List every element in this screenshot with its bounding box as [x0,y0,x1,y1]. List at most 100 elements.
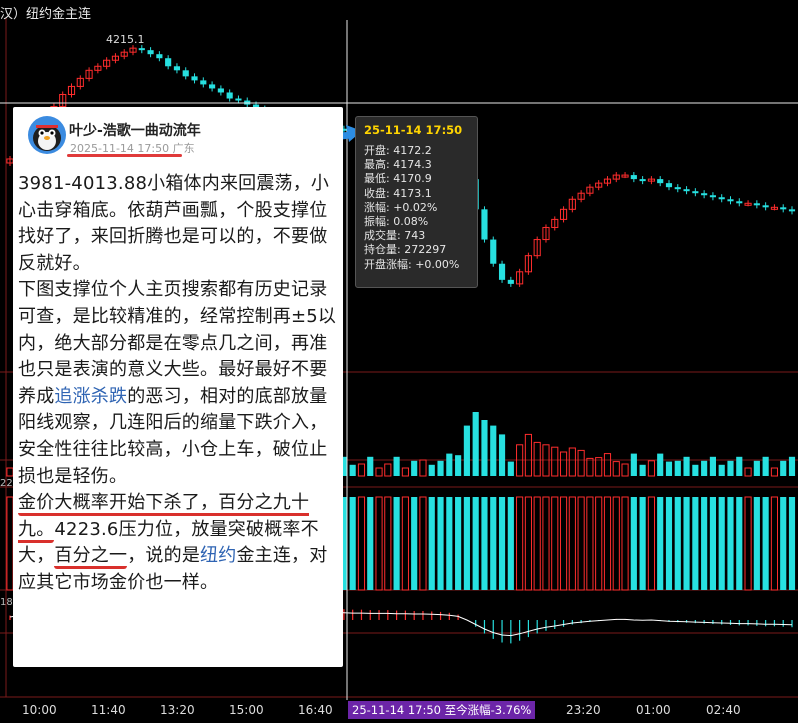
volume-bar [577,449,585,477]
oi-bar [647,496,655,591]
volume-bar [446,453,453,476]
user-name[interactable]: 叶少-浩歌一曲动流年 [69,120,201,140]
volume-bar [762,456,769,476]
candle [235,98,242,101]
volume-bar [612,461,620,477]
hashtag-link[interactable]: 纽约 [200,545,236,566]
tooltip-row: 最低: 4170.9 [364,172,432,186]
oi-bar [727,497,734,590]
volume-bar [384,463,392,477]
volume-bar [411,460,418,476]
candle [665,183,673,188]
volume-bar [401,467,409,477]
oi-bar [665,497,673,590]
post-paragraph: 金价大概率开始下杀了，百分之九十九。4223.6压力位，放量突破概率不大，百分之… [18,490,340,596]
oi-bar [612,496,620,591]
oi-bar [762,497,769,590]
oi-bar [542,496,550,591]
oi-bar [349,497,356,590]
tooltip-row: 收盘: 4173.1 [364,186,432,200]
volume-bar [621,463,629,477]
volume-bar [524,433,532,477]
volume-bar [481,420,488,476]
volume-bar [533,441,541,477]
volume-bar [419,459,427,477]
time-tick: 23:20 [566,703,601,717]
tooltip-row: 持仓量: 272297 [364,243,447,257]
level-label-bottom: 18 [0,597,13,608]
volume-bar [709,456,716,476]
candle [709,195,716,198]
oi-bar [753,497,760,590]
candle [481,209,488,240]
candle [182,70,189,77]
volume-bar [701,460,708,476]
candle [156,54,163,59]
oi-bar [595,496,603,591]
volume-bar [753,460,760,476]
volume-bar [692,464,699,476]
volume-bar [428,464,435,476]
candle [630,175,637,180]
oi-bar [516,496,524,591]
oi-bar [692,497,699,590]
volume-bar [437,460,444,476]
volume-bar [349,464,356,476]
post-paragraph: 下图支撑位个人主页搜索都有历史记录可查，是比较精准的，经常控制再±5以内，绝大部… [18,277,340,490]
oi-bar [463,497,470,590]
post-body: 3981-4013.88小箱体内来回震荡，小心击穿箱底。依葫芦画瓢，个股支撑位找… [18,171,340,597]
candle [701,193,708,196]
volume-bar [630,453,637,476]
candle [165,58,172,67]
hashtag-link[interactable]: 追涨杀跌 [54,386,127,407]
oi-bar [367,497,374,590]
oi-bar [701,497,708,590]
oi-bar [419,496,427,591]
candle [498,263,506,280]
volume-bar [665,461,673,476]
oi-bar [718,497,725,590]
oi-bar [446,497,453,590]
volume-bar [586,457,594,477]
oi-bar [551,496,559,591]
candle [780,207,787,210]
oi-bar [498,497,506,590]
volume-bar [674,460,681,476]
candle [217,88,224,93]
post-text: ，说的是 [127,545,201,567]
tooltip-row: 振幅: 0.08% [364,215,429,229]
volume-bar [683,456,690,476]
oi-bar [393,497,400,590]
time-tick: 13:20 [160,703,195,717]
oi-bar [490,497,497,590]
volume-bar [603,453,612,477]
candle [683,189,690,192]
candle [736,201,743,204]
volume-bar [736,456,743,476]
tooltip-row: 开盘涨幅: +0.00% [364,257,460,271]
oi-bar [577,496,585,591]
oi-bar [568,496,576,591]
candle [788,209,796,212]
volume-bar [507,461,514,476]
volume-bar [718,464,725,476]
avatar[interactable] [28,116,66,154]
volume-bar [568,447,576,477]
candle [657,179,664,184]
candle [490,239,497,264]
oi-bar [657,497,664,590]
candle [147,50,154,55]
volume-bar [375,467,383,477]
oi-bar [788,497,796,590]
candle [639,179,646,182]
oi-bar [630,497,637,590]
oi-bar [603,496,612,591]
candle-tooltip: 25-11-14 17:50 开盘: 4172.2 最高: 4174.3 最低:… [355,116,478,288]
cursor-time-label: 25-11-14 17:50 至今涨幅-3.76% [348,701,536,719]
tooltip-row: 涨幅: +0.02% [364,200,438,214]
volume-bar [498,434,506,476]
volume-bar [780,460,787,476]
oi-bar [533,496,541,591]
candle [718,197,725,200]
volume-bar [788,456,796,476]
